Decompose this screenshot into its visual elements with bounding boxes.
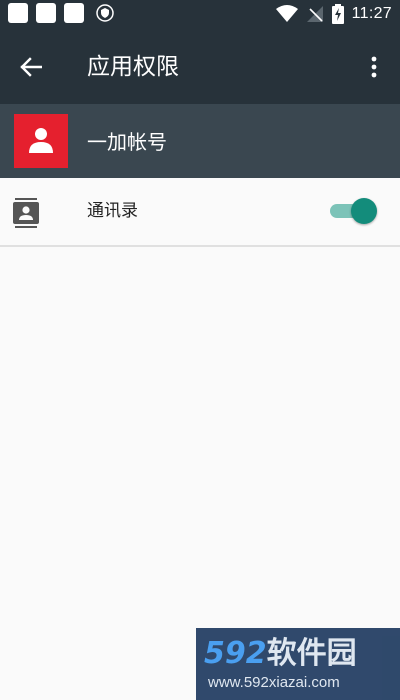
contacts-icon [13, 198, 39, 228]
permission-label: 通讯录 [87, 201, 138, 221]
toggle-thumb [351, 198, 377, 224]
notification-icons [8, 3, 114, 23]
more-vert-icon [371, 56, 377, 78]
watermark: 592软件园 www.592xiazai.com [196, 628, 400, 700]
status-bar: 11:27 [0, 0, 400, 30]
watermark-url: www.592xiazai.com [208, 674, 340, 691]
account-icon [29, 128, 53, 153]
notification-icon [36, 3, 56, 23]
permission-item-contacts[interactable]: 通讯录 [0, 178, 400, 245]
watermark-logo: 592软件园 [204, 636, 357, 671]
overflow-menu-button[interactable] [362, 50, 386, 84]
app-name: 一加帐号 [87, 130, 167, 154]
system-icons: 11:27 [275, 3, 392, 25]
clock: 11:27 [351, 5, 392, 22]
shield-icon [96, 4, 114, 22]
page-title: 应用权限 [87, 54, 179, 80]
app-header: 一加帐号 [0, 104, 400, 178]
notification-icon [64, 3, 84, 23]
back-button[interactable] [14, 50, 48, 84]
app-bar: 应用权限 [0, 30, 400, 104]
no-signal-icon [306, 6, 323, 22]
contacts-toggle[interactable] [330, 198, 378, 224]
back-arrow-icon [20, 57, 42, 77]
battery-icon [331, 4, 344, 24]
wifi-icon [275, 5, 298, 22]
divider [0, 245, 400, 247]
notification-icon [8, 3, 28, 23]
app-icon [14, 114, 68, 168]
